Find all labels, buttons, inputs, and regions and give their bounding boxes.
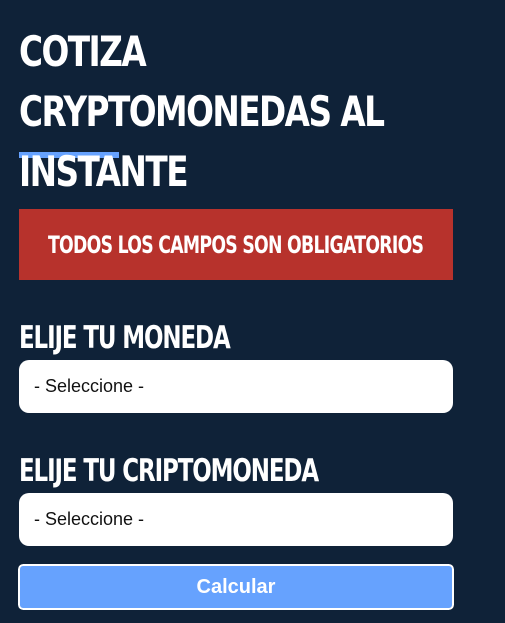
calculate-button[interactable]: Calcular	[17, 563, 455, 611]
crypto-label: Elije tu Criptomoneda	[19, 453, 319, 489]
currency-select-value: - Seleccione -	[34, 376, 145, 396]
currency-label: Elije tu Moneda	[19, 320, 231, 356]
crypto-select[interactable]: - Seleccione -	[19, 493, 453, 546]
error-banner: Todos los campos son obligatorios	[19, 209, 453, 280]
calculate-button-label: Calcular	[196, 575, 276, 598]
quote-page: Cotiza Cryptomonedas al Instante Todos l…	[0, 0, 505, 623]
error-message: Todos los campos son obligatorios	[48, 230, 424, 259]
crypto-select-value: - Seleccione -	[34, 509, 145, 529]
currency-select[interactable]: - Seleccione -	[19, 360, 453, 413]
page-title: Cotiza Cryptomonedas al Instante	[19, 27, 385, 196]
